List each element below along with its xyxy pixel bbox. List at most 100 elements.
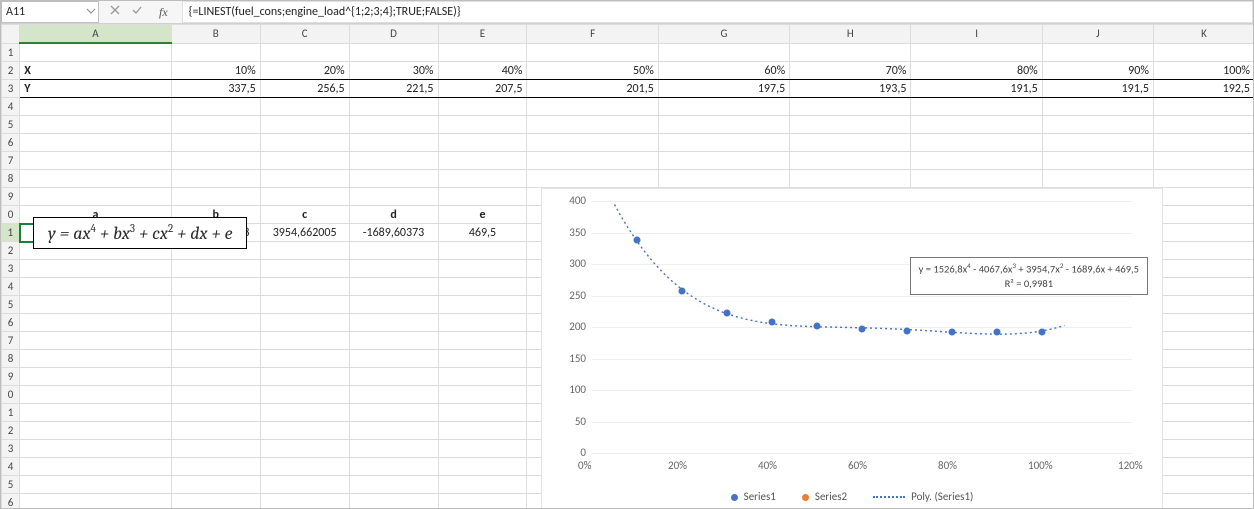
cell[interactable] (20, 260, 172, 278)
cell[interactable]: 193,5 (790, 80, 911, 98)
cell[interactable] (349, 43, 438, 62)
col-header[interactable]: J (1042, 25, 1153, 44)
cell[interactable] (171, 476, 260, 494)
cell[interactable]: Y (20, 80, 172, 98)
cell[interactable] (1153, 296, 1254, 314)
cell[interactable]: e (438, 206, 527, 224)
row-header[interactable]: 6 (2, 494, 20, 509)
cell[interactable] (790, 170, 911, 188)
cell[interactable]: 201,5 (527, 80, 658, 98)
cell[interactable] (438, 260, 527, 278)
cell[interactable] (349, 476, 438, 494)
cell[interactable] (20, 170, 172, 188)
cell[interactable] (349, 422, 438, 440)
cell[interactable] (1153, 350, 1254, 368)
cell[interactable] (438, 98, 527, 116)
cell[interactable] (20, 350, 172, 368)
row-header[interactable]: 2 (2, 62, 20, 80)
cell[interactable] (438, 170, 527, 188)
cell[interactable] (790, 98, 911, 116)
cell[interactable] (260, 458, 349, 476)
cell[interactable] (171, 332, 260, 350)
cell[interactable] (438, 422, 527, 440)
cell[interactable]: 207,5 (438, 80, 527, 98)
cell[interactable] (171, 494, 260, 509)
cell[interactable] (438, 386, 527, 404)
row-header[interactable]: 9 (2, 188, 20, 206)
cell[interactable] (1153, 170, 1254, 188)
cell[interactable] (260, 350, 349, 368)
row-header[interactable]: 6 (2, 314, 20, 332)
cell[interactable] (438, 440, 527, 458)
chevron-down-icon[interactable] (86, 6, 96, 16)
col-header[interactable]: F (527, 25, 658, 44)
cell[interactable] (171, 386, 260, 404)
cell[interactable] (1153, 98, 1254, 116)
cell[interactable] (658, 152, 789, 170)
name-box[interactable]: A11 (1, 1, 99, 23)
cell[interactable] (20, 368, 172, 386)
cell[interactable] (260, 98, 349, 116)
cell[interactable]: c (260, 206, 349, 224)
row-header[interactable]: 8 (2, 350, 20, 368)
cell[interactable] (1042, 43, 1153, 62)
col-header[interactable]: A (20, 25, 172, 44)
cell[interactable] (527, 116, 658, 134)
cell[interactable] (349, 242, 438, 260)
cell[interactable] (20, 494, 172, 509)
cell[interactable] (260, 43, 349, 62)
cell[interactable] (260, 368, 349, 386)
cell[interactable] (20, 386, 172, 404)
cell[interactable] (1153, 224, 1254, 242)
col-header[interactable]: G (658, 25, 789, 44)
cell[interactable] (349, 188, 438, 206)
col-header[interactable]: I (911, 25, 1042, 44)
cell[interactable] (1153, 260, 1254, 278)
cell[interactable] (349, 332, 438, 350)
cell[interactable]: 60% (658, 62, 789, 80)
cell[interactable] (260, 422, 349, 440)
cell[interactable] (171, 278, 260, 296)
cell[interactable] (349, 440, 438, 458)
cell[interactable] (20, 134, 172, 152)
embedded-chart[interactable]: 0501001502002503003504000%20%40%60%80%10… (541, 188, 1163, 509)
cell[interactable]: 337,5 (171, 80, 260, 98)
cell[interactable]: 30% (349, 62, 438, 80)
cell[interactable] (171, 350, 260, 368)
cell[interactable] (527, 152, 658, 170)
cell[interactable] (438, 314, 527, 332)
cell[interactable]: 70% (790, 62, 911, 80)
cell[interactable] (260, 134, 349, 152)
cell[interactable] (171, 170, 260, 188)
cell[interactable] (911, 170, 1042, 188)
cell[interactable] (349, 404, 438, 422)
cell[interactable] (171, 440, 260, 458)
cell[interactable] (911, 98, 1042, 116)
cell[interactable] (260, 440, 349, 458)
cell[interactable] (527, 134, 658, 152)
row-header[interactable]: 6 (2, 134, 20, 152)
row-header[interactable]: 0 (2, 386, 20, 404)
cell[interactable] (20, 116, 172, 134)
cell[interactable]: 191,5 (911, 80, 1042, 98)
cell[interactable] (911, 134, 1042, 152)
cell[interactable] (260, 404, 349, 422)
cell[interactable] (171, 422, 260, 440)
row-header[interactable]: 5 (2, 116, 20, 134)
cell[interactable] (349, 350, 438, 368)
cell[interactable] (438, 476, 527, 494)
cell[interactable] (20, 458, 172, 476)
cell[interactable] (1153, 152, 1254, 170)
cell[interactable] (438, 368, 527, 386)
select-all-cell[interactable] (2, 25, 20, 44)
cell[interactable] (1153, 494, 1254, 509)
cell[interactable]: 80% (911, 62, 1042, 80)
row-header[interactable]: 3 (2, 260, 20, 278)
cell[interactable] (1153, 458, 1254, 476)
cell[interactable] (20, 476, 172, 494)
enter-icon[interactable] (131, 4, 143, 20)
cell[interactable]: 90% (1042, 62, 1153, 80)
spreadsheet-grid[interactable]: A B C D E F G H I J K 12X10%20%30%40%50%… (1, 24, 1253, 509)
cell[interactable] (171, 314, 260, 332)
cell[interactable] (1042, 98, 1153, 116)
